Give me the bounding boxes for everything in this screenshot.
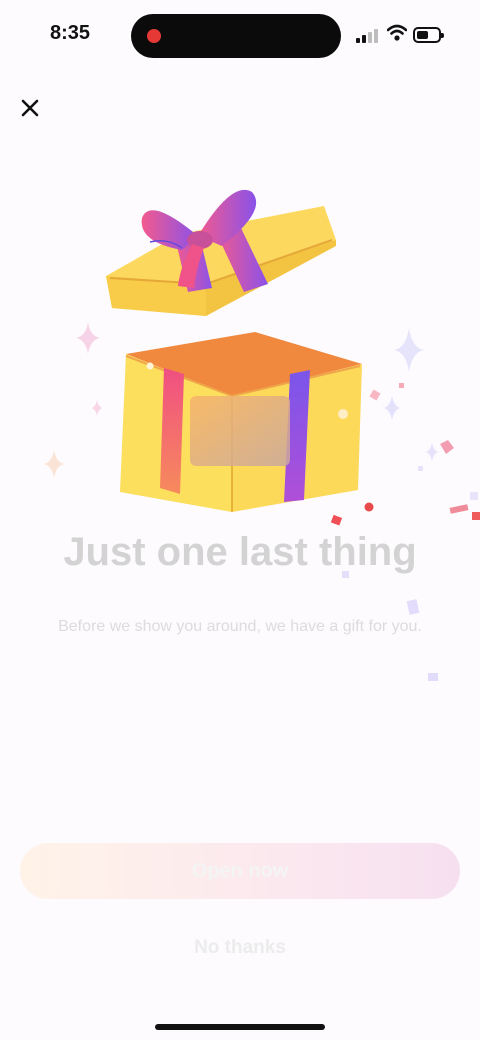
sparkle-icon	[426, 442, 438, 462]
confetti	[369, 389, 381, 401]
dynamic-island	[131, 14, 341, 58]
cellular-signal-icon	[356, 29, 380, 43]
confetti	[428, 673, 438, 681]
sparkle-icon	[394, 328, 424, 372]
confetti	[418, 466, 423, 471]
sparkle-icon	[44, 450, 64, 478]
status-time: 8:35	[50, 22, 91, 44]
page-subtitle: Before we show you around, we have a gif…	[58, 618, 422, 635]
no-thanks-button[interactable]: No thanks	[140, 930, 340, 966]
close-icon[interactable]	[16, 94, 44, 122]
sparkle-icon	[384, 396, 400, 420]
gift-card	[190, 396, 290, 466]
confetti	[364, 502, 374, 512]
sparkle-icon	[76, 322, 100, 354]
wifi-icon	[387, 24, 407, 41]
home-indicator	[155, 1024, 325, 1030]
confetti	[449, 504, 469, 514]
confetti	[399, 383, 404, 388]
gift-box	[120, 332, 362, 512]
sparkle-icon	[92, 400, 102, 416]
recording-indicator-icon	[147, 29, 161, 43]
confetti	[440, 440, 454, 454]
gift-illustration	[44, 189, 480, 681]
confetti	[470, 492, 478, 500]
open-now-button[interactable]: Open now	[20, 843, 460, 899]
status-bar: 8:35	[0, 0, 480, 72]
page-title: Just one last thing	[63, 530, 417, 574]
battery-icon	[413, 27, 444, 43]
confetti	[330, 514, 343, 526]
gift-lid	[106, 189, 336, 316]
confetti	[472, 512, 480, 520]
confetti	[406, 599, 420, 615]
